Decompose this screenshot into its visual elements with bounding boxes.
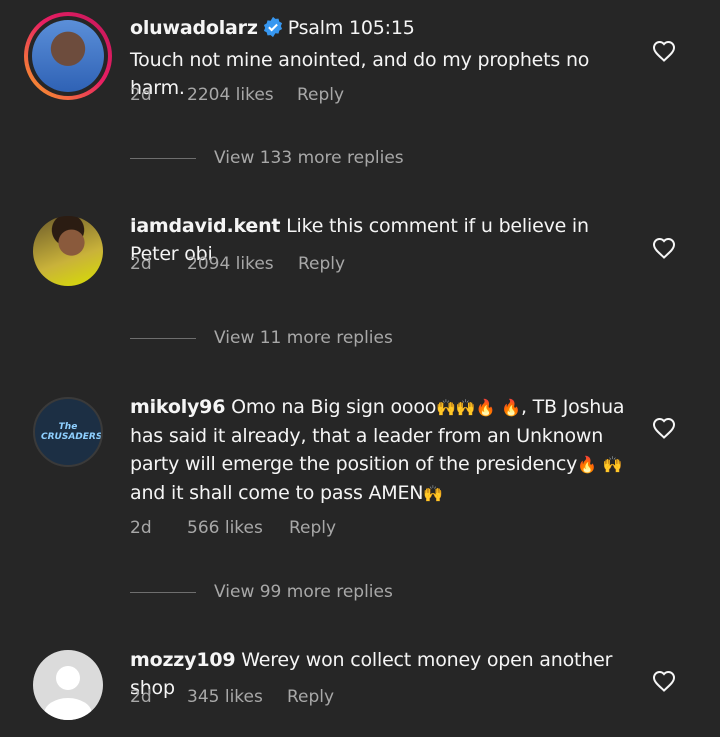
- username[interactable]: mozzy109: [130, 649, 236, 671]
- heart-icon[interactable]: [652, 670, 676, 692]
- divider: [130, 157, 196, 159]
- like-count[interactable]: 2094 likes: [187, 254, 298, 274]
- view-more-replies[interactable]: View 99 more replies: [130, 582, 393, 602]
- comment-meta: 2d 345 likes Reply: [130, 687, 334, 707]
- raised-hands-emoji: 🙌: [602, 455, 623, 474]
- fire-emoji: 🔥: [577, 455, 597, 474]
- comment-meta: 2d 2204 likes Reply: [130, 85, 344, 105]
- comment-meta: 2d 566 likes Reply: [130, 518, 336, 538]
- avatar[interactable]: [33, 650, 103, 720]
- comment-time: 2d: [130, 687, 152, 707]
- like-count[interactable]: 345 likes: [187, 687, 287, 707]
- comment-meta: 2d 2094 likes Reply: [130, 254, 345, 274]
- reply-button[interactable]: Reply: [289, 518, 336, 538]
- view-more-label: View 99 more replies: [214, 582, 393, 602]
- raised-hands-emoji: 🙌: [423, 484, 444, 503]
- fire-emoji: 🔥: [475, 398, 496, 417]
- avatar-ring: [28, 16, 108, 96]
- username[interactable]: oluwadolarz: [130, 17, 258, 39]
- comment-time: 2d: [130, 254, 152, 274]
- comment-text: mikoly96 Omo na Big sign oooo🙌🙌🔥 🔥, TB J…: [130, 393, 630, 508]
- heart-icon[interactable]: [652, 40, 676, 62]
- comment-body-3: and it shall come to pass AMEN: [130, 482, 424, 504]
- heart-icon[interactable]: [652, 417, 676, 439]
- divider: [130, 591, 196, 593]
- comment-body-1: Omo na Big sign oooo: [231, 396, 437, 418]
- like-count[interactable]: 2204 likes: [187, 85, 297, 105]
- comment-time: 2d: [130, 85, 152, 105]
- like-count[interactable]: 566 likes: [187, 518, 289, 538]
- view-more-replies[interactable]: View 11 more replies: [130, 328, 393, 348]
- verified-badge-icon: [262, 16, 284, 46]
- divider: [130, 337, 196, 339]
- avatar-logo-text: The CRUSADERS: [41, 422, 103, 442]
- username[interactable]: iamdavid.kent: [130, 215, 280, 237]
- reply-button[interactable]: Reply: [297, 85, 344, 105]
- username[interactable]: mikoly96: [130, 396, 225, 418]
- view-more-label: View 11 more replies: [214, 328, 393, 348]
- view-more-replies[interactable]: View 133 more replies: [130, 148, 404, 168]
- reply-button[interactable]: Reply: [298, 254, 345, 274]
- view-more-label: View 133 more replies: [214, 148, 404, 168]
- fire-emoji: 🔥: [501, 398, 521, 417]
- avatar-photo: [32, 20, 104, 92]
- reply-button[interactable]: Reply: [287, 687, 334, 707]
- avatar[interactable]: The CRUSADERS: [33, 397, 103, 467]
- raised-hands-emoji: 🙌🙌: [436, 398, 476, 417]
- heart-icon[interactable]: [652, 237, 676, 259]
- comment-time: 2d: [130, 518, 152, 538]
- avatar[interactable]: [33, 216, 103, 286]
- default-avatar-icon: [44, 666, 92, 720]
- avatar[interactable]: [24, 12, 112, 100]
